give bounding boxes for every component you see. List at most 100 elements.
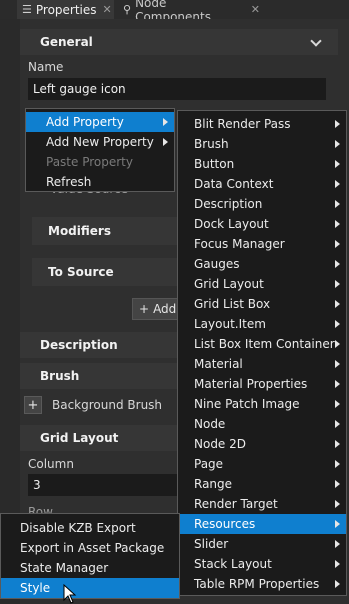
- menu-item-label: Brush: [194, 137, 229, 151]
- chevron-right-icon: [335, 140, 340, 148]
- grid-layout-section-header[interactable]: Grid Layout: [20, 425, 178, 451]
- submenu-item-stack-layout[interactable]: Stack Layout: [178, 554, 346, 574]
- chevron-right-icon: [335, 440, 340, 448]
- chevron-right-icon: [335, 520, 340, 528]
- submenu-item-grid-layout[interactable]: Grid Layout: [178, 274, 346, 294]
- menu-item-label: Layout.Item: [194, 317, 266, 331]
- chevron-right-icon: [335, 180, 340, 188]
- submenu-item-description[interactable]: Description: [178, 194, 346, 214]
- submenu-item-blit-render-pass[interactable]: Blit Render Pass: [178, 114, 346, 134]
- menu-item-label: Slider: [194, 537, 229, 551]
- section-title: Brush: [40, 369, 80, 383]
- submenu-item-export-in-asset-package[interactable]: Export in Asset Package: [1, 538, 179, 558]
- submenu-item-slider[interactable]: Slider: [178, 534, 346, 554]
- chevron-right-icon: [335, 220, 340, 228]
- close-icon[interactable]: ✕: [103, 3, 112, 16]
- chevron-right-icon: [335, 320, 340, 328]
- submenu-item-style[interactable]: Style: [1, 578, 179, 598]
- column-field[interactable]: 3: [28, 474, 178, 496]
- menu-item-label: Dock Layout: [194, 217, 269, 231]
- chevron-right-icon: [335, 300, 340, 308]
- submenu-item-gauges[interactable]: Gauges: [178, 254, 346, 274]
- chevron-right-icon: [335, 540, 340, 548]
- to-source-title: To Source: [48, 265, 114, 279]
- tab-bar: ☰ Properties ✕ ⚲ Node Components ✕: [0, 0, 349, 24]
- column-label: Column: [28, 457, 74, 471]
- add-button[interactable]: + Add: [132, 298, 182, 320]
- submenu-item-range[interactable]: Range: [178, 474, 346, 494]
- mouse-cursor-icon: [63, 584, 77, 604]
- menu-item-label: Export in Asset Package: [20, 541, 165, 555]
- menu-item-label: Resources: [194, 517, 256, 531]
- menu-item-add-property[interactable]: Add Property: [26, 112, 174, 132]
- submenu-item-nine-patch-image[interactable]: Nine Patch Image: [178, 394, 346, 414]
- submenu-item-resources[interactable]: Resources: [178, 514, 346, 534]
- menu-item-label: Add New Property: [46, 135, 154, 149]
- description-section-header[interactable]: Description: [20, 332, 178, 358]
- submenu-item-node[interactable]: Node: [178, 414, 346, 434]
- chevron-right-icon: [335, 200, 340, 208]
- menu-item-label: Data Context: [194, 177, 274, 191]
- submenu-item-list-box-item-container[interactable]: List Box Item Container: [178, 334, 346, 354]
- add-background-brush-button[interactable]: +: [24, 396, 42, 414]
- menu-item-label: Focus Manager: [194, 237, 285, 251]
- general-section-header[interactable]: General: [20, 29, 338, 55]
- submenu-item-button[interactable]: Button: [178, 154, 346, 174]
- to-source-header[interactable]: To Source: [32, 258, 180, 286]
- tab-label: Properties: [35, 2, 97, 17]
- plus-icon: +: [139, 302, 150, 316]
- chevron-right-icon: [335, 400, 340, 408]
- chevron-right-icon: [335, 480, 340, 488]
- submenu-item-dock-layout[interactable]: Dock Layout: [178, 214, 346, 234]
- section-title: Description: [40, 338, 118, 352]
- submenu-item-focus-manager[interactable]: Focus Manager: [178, 234, 346, 254]
- menu-item-label: Table RPM Properties: [194, 577, 320, 591]
- plus-icon: +: [27, 397, 39, 413]
- menu-item-label: List Box Item Container: [194, 337, 335, 351]
- menu-item-label: Button: [194, 157, 235, 171]
- section-title: General: [40, 35, 93, 49]
- chevron-right-icon: [335, 160, 340, 168]
- submenu-item-page[interactable]: Page: [178, 454, 346, 474]
- submenu-item-layout-item[interactable]: Layout.Item: [178, 314, 346, 334]
- chevron-down-icon[interactable]: [310, 35, 322, 47]
- chevron-right-icon: [335, 580, 340, 588]
- chevron-right-icon: [335, 460, 340, 468]
- name-field[interactable]: Left gauge icon: [28, 78, 326, 100]
- submenu-item-material-properties[interactable]: Material Properties: [178, 374, 346, 394]
- submenu-item-state-manager[interactable]: State Manager: [1, 558, 179, 578]
- menu-item-label: State Manager: [20, 561, 109, 575]
- modifiers-header[interactable]: Modifiers: [32, 217, 180, 245]
- brush-section-header[interactable]: Brush: [20, 363, 178, 389]
- tab-node-components[interactable]: ⚲ Node Components ✕: [120, 0, 260, 24]
- submenu-item-grid-list-box[interactable]: Grid List Box: [178, 294, 346, 314]
- chevron-right-icon: [335, 360, 340, 368]
- menu-item-label: Description: [194, 197, 263, 211]
- name-label: Name: [28, 60, 64, 74]
- add-property-submenu: Blit Render Pass Brush Button Data Conte…: [177, 110, 347, 596]
- menu-item-label: Stack Layout: [194, 557, 272, 571]
- chevron-right-icon: [335, 340, 340, 348]
- submenu-item-data-context[interactable]: Data Context: [178, 174, 346, 194]
- menu-item-label: Refresh: [46, 175, 92, 189]
- menu-item-label: Node: [194, 417, 226, 431]
- close-icon[interactable]: ✕: [251, 3, 260, 16]
- chevron-right-icon: [163, 118, 168, 126]
- menu-item-label: Node 2D: [194, 437, 247, 451]
- submenu-item-render-target[interactable]: Render Target: [178, 494, 346, 514]
- resources-submenu: Disable KZB Export Export in Asset Packa…: [0, 513, 180, 599]
- chevron-right-icon: [335, 280, 340, 288]
- tab-properties[interactable]: ☰ Properties ✕: [17, 0, 114, 19]
- menu-item-label: Paste Property: [46, 155, 133, 169]
- submenu-item-material[interactable]: Material: [178, 354, 346, 374]
- submenu-item-node-2d[interactable]: Node 2D: [178, 434, 346, 454]
- submenu-item-brush[interactable]: Brush: [178, 134, 346, 154]
- submenu-item-disable-kzb-export[interactable]: Disable KZB Export: [1, 518, 179, 538]
- chevron-right-icon: [335, 560, 340, 568]
- chevron-right-icon: [335, 500, 340, 508]
- submenu-item-table-rpm-properties[interactable]: Table RPM Properties: [178, 574, 346, 594]
- menu-item-label: Blit Render Pass: [194, 117, 291, 131]
- menu-item-refresh[interactable]: Refresh: [26, 172, 174, 192]
- background-brush-label: Background Brush: [52, 398, 163, 412]
- menu-item-add-new-property[interactable]: Add New Property: [26, 132, 174, 152]
